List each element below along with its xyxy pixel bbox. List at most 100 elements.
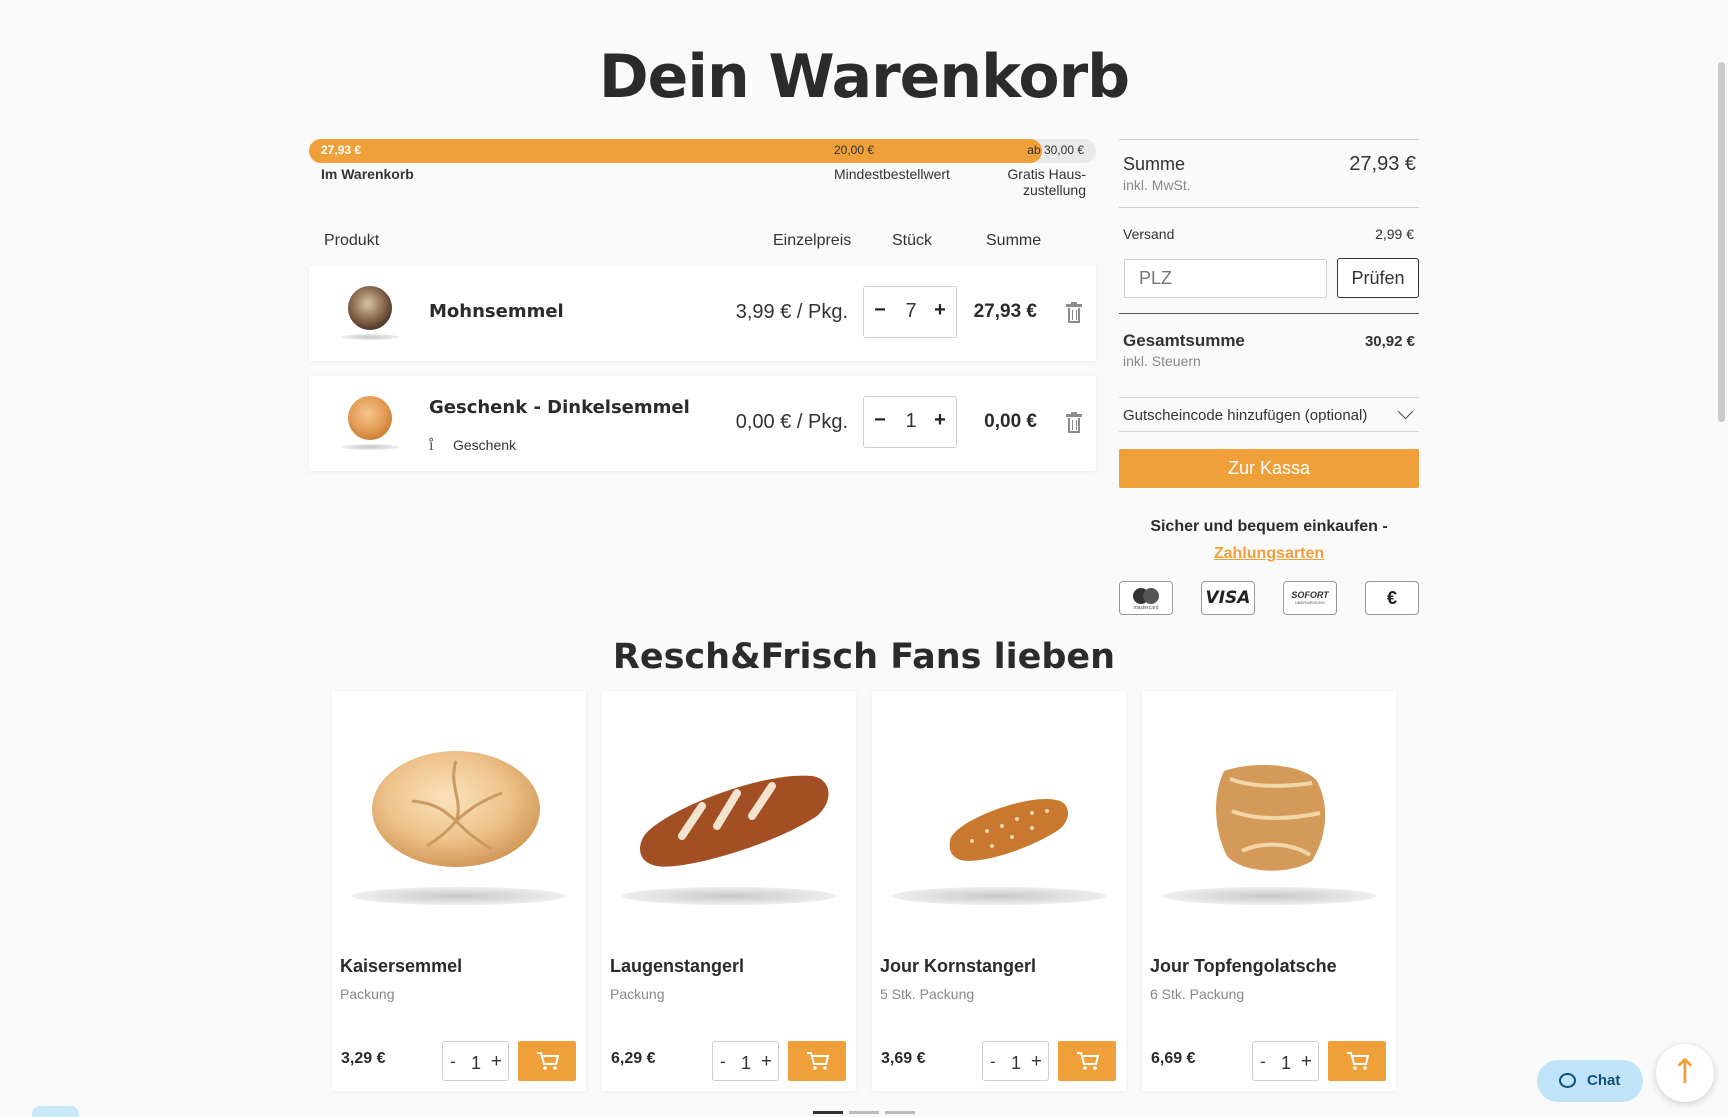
decrease-qty-button[interactable]: - [720, 1052, 726, 1072]
cart-item-note-text: Geschenk [453, 437, 517, 453]
progress-free-value: ab 30,00 € [1027, 143, 1084, 157]
secure-shopping-text: Sicher und bequem einkaufen - [1150, 518, 1388, 535]
summary-sum-label: Summe [1123, 154, 1186, 174]
chat-bubble-icon [1559, 1073, 1576, 1088]
page-title: Dein Warenkorb [598, 42, 1130, 112]
product-image [640, 775, 829, 867]
increase-qty-button[interactable]: + [928, 299, 952, 322]
qty-value[interactable]: 7 [894, 300, 928, 323]
increase-qty-button[interactable]: + [1301, 1051, 1312, 1073]
carousel-dot-active[interactable] [813, 1111, 843, 1114]
trash-icon[interactable] [1066, 302, 1082, 324]
summary-divider [1119, 139, 1419, 140]
progress-free-label-line1: Gratis Haus- [1007, 166, 1086, 182]
product-image [341, 394, 399, 454]
carousel-dot[interactable] [849, 1111, 879, 1114]
checkout-button[interactable]: Zur Kassa [1119, 449, 1419, 488]
trash-icon[interactable] [1066, 412, 1082, 434]
qty-value[interactable]: 1 [1278, 1053, 1294, 1074]
summary-divider [1119, 313, 1419, 314]
product-card[interactable]: Jour Topfengolatsche 6 Stk. Packung 6,69… [1142, 691, 1396, 1091]
sofort-sub-text: ÜBERWEISUNG [1294, 600, 1326, 605]
product-image-shadow [1162, 887, 1376, 905]
cart-item-sum: 0,00 € [984, 411, 1037, 432]
qty-value[interactable]: 1 [894, 410, 928, 433]
increase-qty-button[interactable]: + [491, 1051, 502, 1073]
order-progress-fill [309, 139, 1042, 163]
cart-item-unit-price: 0,00 € / Pkg. [735, 411, 848, 433]
product-name[interactable]: Kaisersemmel [340, 956, 462, 977]
coupon-dropdown[interactable]: Gutscheincode hinzufügen (optional) [1119, 397, 1419, 432]
decrease-qty-button[interactable]: - [450, 1052, 456, 1072]
product-card[interactable]: Laugenstangerl Packung 6,29 € - 1 + [602, 691, 856, 1091]
summary-sum-value: 27,93 € [1349, 153, 1416, 175]
increase-qty-button[interactable]: + [1031, 1051, 1042, 1073]
shipping-value: 2,99 € [1375, 226, 1414, 242]
progress-free-label: Gratis Haus- zustellung [1000, 166, 1086, 198]
product-card[interactable]: Kaisersemmel Packung 3,29 € - 1 + [332, 691, 586, 1091]
cart-item-name: Mohnsemmel [429, 301, 564, 322]
quantity-stepper: - 1 + [982, 1041, 1049, 1081]
chevron-down-icon [1397, 403, 1414, 420]
product-card[interactable]: Jour Kornstangerl 5 Stk. Packung 3,69 € … [872, 691, 1126, 1091]
cookie-settings-tab[interactable] [32, 1106, 79, 1117]
add-to-cart-button[interactable] [1058, 1041, 1116, 1081]
product-image-shadow [892, 887, 1106, 905]
add-to-cart-button[interactable] [788, 1041, 846, 1081]
cart-item-sum: 27,93 € [973, 301, 1037, 322]
product-name[interactable]: Jour Topfengolatsche [1150, 956, 1337, 977]
product-image-shadow [622, 887, 836, 905]
plz-input[interactable] [1124, 259, 1327, 298]
product-image [1216, 765, 1326, 871]
add-to-cart-button[interactable] [1328, 1041, 1386, 1081]
bank-transfer-icon: € [1365, 581, 1419, 615]
product-image [949, 799, 1068, 861]
chat-button[interactable]: Chat [1537, 1060, 1643, 1102]
cart-item-row: Mohnsemmel 3,99 € / Pkg. − 7 + 27,93 € [309, 266, 1096, 361]
coupon-label: Gutscheincode hinzufügen (optional) [1123, 407, 1368, 424]
decrease-qty-button[interactable]: - [1260, 1052, 1266, 1072]
product-price: 3,29 € [341, 1050, 386, 1067]
increase-qty-button[interactable]: + [761, 1051, 772, 1073]
qty-value[interactable]: 1 [1008, 1053, 1024, 1074]
arrow-up-icon: ↑ [1670, 1052, 1700, 1092]
qty-value[interactable]: 1 [738, 1053, 754, 1074]
quantity-stepper: − 7 + [863, 286, 957, 338]
order-progress-bar: 27,93 € 20,00 € ab 30,00 € [309, 139, 1096, 163]
payment-methods-link[interactable]: Zahlungsarten [1119, 545, 1419, 563]
sofort-text: SOFORT [1291, 590, 1329, 600]
product-image-shadow [352, 887, 566, 905]
summary-divider [1119, 207, 1419, 208]
visa-icon: VISA [1201, 581, 1255, 615]
decrease-qty-button[interactable]: - [990, 1052, 996, 1072]
product-pack: Packung [610, 986, 665, 1002]
cart-item-note: ı̊ Geschenk [429, 437, 516, 454]
page-scrollbar[interactable] [1718, 62, 1725, 422]
cart-icon [1077, 1052, 1100, 1070]
mastercard-icon: mastercard [1119, 581, 1173, 615]
product-image [341, 284, 399, 344]
add-to-cart-button[interactable] [518, 1041, 576, 1081]
scroll-to-top-button[interactable]: ↑ [1656, 1044, 1714, 1102]
product-name[interactable]: Laugenstangerl [610, 956, 744, 977]
qty-value[interactable]: 1 [468, 1053, 484, 1074]
product-pack: 5 Stk. Packung [880, 986, 975, 1002]
total-value: 30,92 € [1364, 333, 1415, 350]
increase-qty-button[interactable]: + [928, 409, 952, 432]
sofort-icon: SOFORT ÜBERWEISUNG [1283, 581, 1337, 615]
summary-sum-sub: inkl. MwSt. [1123, 177, 1191, 193]
decrease-qty-button[interactable]: − [868, 299, 892, 322]
column-header-sum: Summe [986, 232, 1042, 249]
decrease-qty-button[interactable]: − [868, 409, 892, 432]
progress-free-label-line2: zustellung [1022, 182, 1086, 198]
quantity-stepper: - 1 + [712, 1041, 779, 1081]
check-plz-button[interactable]: Prüfen [1337, 258, 1419, 298]
product-price: 6,69 € [1151, 1050, 1196, 1067]
column-header-qty: Stück [892, 232, 933, 249]
cart-icon [807, 1052, 830, 1070]
total-label: Gesamtsumme [1123, 331, 1245, 350]
product-name[interactable]: Jour Kornstangerl [880, 956, 1036, 977]
recommendations-title: Resch&Frisch Fans lieben [612, 637, 1116, 677]
carousel-dot[interactable] [885, 1111, 915, 1114]
chat-label: Chat [1587, 1072, 1621, 1089]
